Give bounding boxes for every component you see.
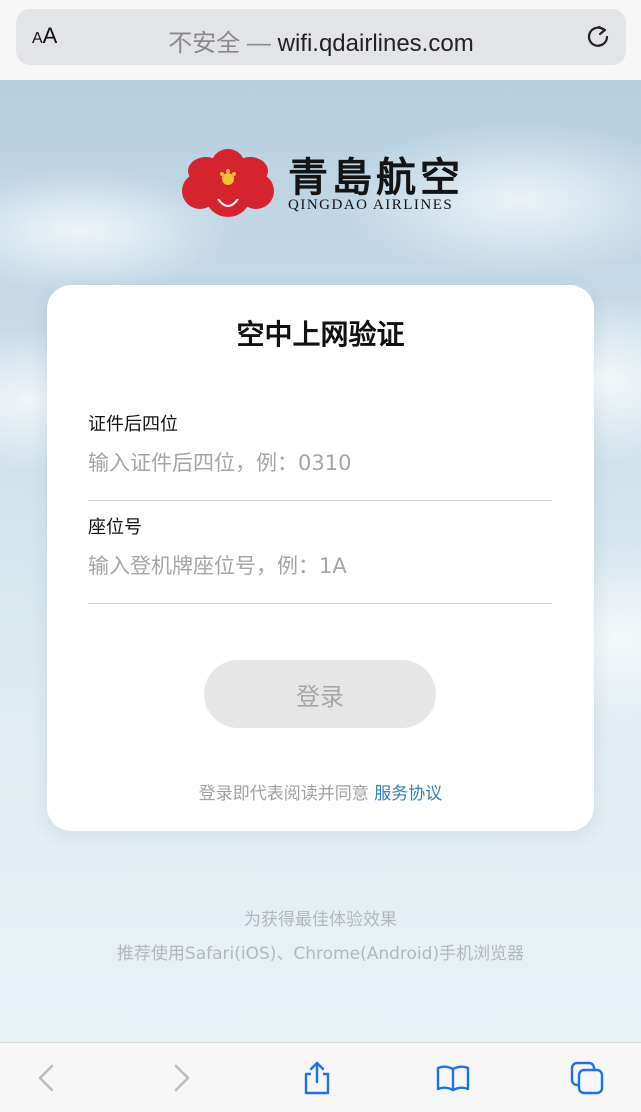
agreement-prefix: 登录即代表阅读并同意 (198, 784, 375, 804)
login-button[interactable]: 登录 (204, 660, 436, 728)
url-display[interactable]: 不安全 — wifi.qdairlines.com (16, 23, 626, 58)
id-field-label: 证件后四位 (88, 414, 178, 435)
airline-logo: 青島航空 QINGDAO AIRLINES (180, 145, 470, 220)
tabs-icon[interactable] (570, 1061, 604, 1095)
seat-field-divider (88, 603, 552, 604)
browser-top-bar: AA 不安全 — wifi.qdairlines.com (0, 0, 641, 80)
brand-name-cn: 青島航空 (288, 154, 464, 201)
service-agreement-link[interactable]: 服务协议 (374, 784, 442, 804)
id-field-divider (88, 500, 552, 501)
insecure-label: 不安全 — (168, 30, 278, 57)
brand-name-en: QINGDAO AIRLINES (288, 197, 454, 213)
forward-icon[interactable] (164, 1061, 198, 1095)
verify-card: 空中上网验证 证件后四位 座位号 登录 登录即代表阅读并同意 服务协议 (47, 285, 594, 831)
seat-field-label: 座位号 (88, 517, 142, 538)
tip-line-1: 为获得最佳体验效果 (244, 910, 397, 930)
tip-line-2: 推荐使用Safari(iOS)、Chrome(Android)手机浏览器 (116, 944, 525, 964)
domain-label: wifi.qdairlines.com (277, 30, 474, 57)
browser-toolbar (0, 1042, 641, 1112)
flower-logo-icon (182, 149, 274, 217)
share-icon[interactable] (300, 1061, 334, 1095)
back-icon[interactable] (30, 1061, 64, 1095)
address-bar[interactable]: AA 不安全 — wifi.qdairlines.com (16, 9, 626, 65)
seat-number-input[interactable] (88, 546, 552, 586)
card-title: 空中上网验证 (236, 318, 405, 351)
id-last4-input[interactable] (88, 443, 552, 483)
agreement-text: 登录即代表阅读并同意 服务协议 (47, 779, 594, 804)
reload-icon[interactable] (584, 23, 612, 51)
bookmarks-icon[interactable] (436, 1061, 470, 1095)
